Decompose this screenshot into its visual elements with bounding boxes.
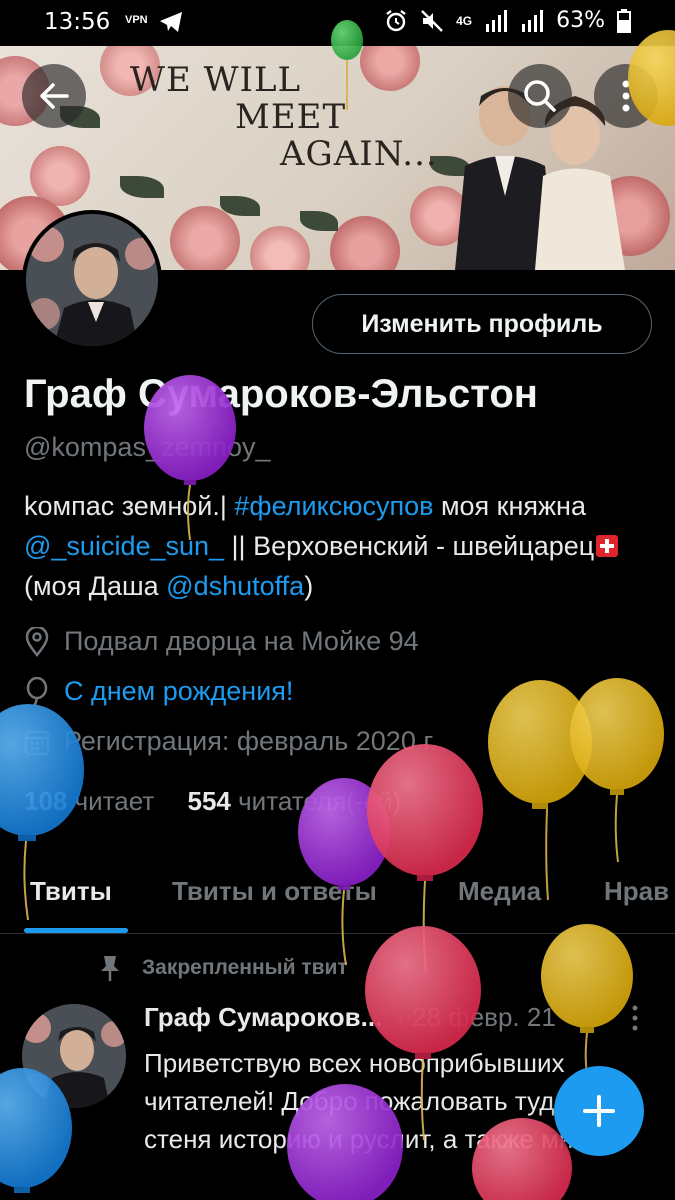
joined-row: Регистрация: февраль 2020 г. (24, 726, 437, 757)
following-count: 108 (24, 786, 68, 816)
status-time: 13:56 (44, 9, 111, 35)
telegram-icon (160, 12, 182, 32)
pinned-label: Закрепленный твит (142, 956, 348, 979)
bio-text-4: (моя Даша (24, 571, 167, 601)
edit-profile-button[interactable]: Изменить профиль (312, 294, 652, 354)
arrow-left-icon (40, 83, 69, 109)
banner-line-3: AGAIN... (280, 134, 438, 174)
more-vertical-icon (622, 80, 630, 112)
swiss-flag-icon (596, 535, 619, 557)
bio-text-2: моя княжна (433, 491, 586, 521)
profile-bio: kомпас земной.| #феликсюсупов моя княжна… (24, 486, 644, 606)
tweet-date: · 28 февр. 21 (396, 1002, 556, 1032)
hashtag-link[interactable]: #феликсюсупов (234, 491, 433, 521)
followers-label: читателя(-ей) (238, 786, 402, 816)
alarm-icon (386, 9, 406, 31)
balloon-yellow-2 (570, 678, 664, 863)
pinned-label-row: Закрепленный твит (98, 954, 348, 982)
back-button[interactable] (22, 64, 86, 128)
battery-icon (617, 8, 631, 33)
signal-icon (486, 9, 508, 32)
calendar-icon (24, 730, 50, 755)
more-button[interactable] (594, 64, 658, 128)
tab-tweets[interactable]: Твиты (30, 876, 112, 907)
tweet-header: Граф Сумароков... · 28 февр. 21 (144, 1002, 556, 1033)
pin-icon (101, 956, 119, 981)
status-bar: 13:56 VPN 4G 63% (0, 0, 675, 46)
followers-link[interactable]: 554 читателя(-ей) (188, 786, 402, 816)
banner-text: WE WILL MEET AGAIN... (130, 62, 438, 173)
followers-count: 554 (187, 786, 231, 816)
bio-text-3: || Верховенский - швейцарец (224, 531, 595, 561)
profile-avatar[interactable] (22, 210, 162, 350)
search-icon (524, 80, 556, 112)
tab-tweets-replies[interactable]: Твиты и ответы (172, 876, 377, 907)
tab-media[interactable]: Медиа (458, 876, 541, 907)
birthday-text[interactable]: С днем рождения! (64, 676, 293, 707)
tweet-avatar-image (22, 1004, 126, 1108)
profile-tabs: Твиты Твиты и ответы Медиа Нрав (0, 858, 675, 934)
location-row: Подвал дворца на Мойке 94 (24, 626, 419, 657)
avatar-image (26, 214, 158, 346)
following-label: читает (74, 786, 155, 816)
battery-percent: 63% (556, 8, 605, 33)
tweet-author[interactable]: Граф Сумароков... (144, 1002, 382, 1032)
bio-text-1: kомпас земной.| (24, 491, 235, 521)
location-text: Подвал дворца на Мойке 94 (64, 626, 419, 656)
bio-text-5: ) (304, 571, 314, 601)
vpn-indicator: VPN (125, 14, 148, 26)
plus-icon (583, 1095, 615, 1127)
profile-name: Граф Сумароков-Эльстон (24, 372, 538, 416)
network-type: 4G (456, 13, 473, 28)
profile-handle: @kompas_zemnoy_ (24, 432, 271, 462)
signal-icon-2 (522, 9, 544, 32)
active-tab-indicator (24, 928, 128, 933)
follow-stats: 108 читает 554 читателя(-ей) (24, 786, 401, 817)
mention-link-1[interactable]: @_suicide_sun_ (24, 531, 224, 561)
banner-line-2: MEET (235, 97, 347, 137)
mention-link-2[interactable]: @dshutoffa (166, 571, 304, 601)
compose-tweet-button[interactable] (554, 1066, 644, 1156)
tweet-more-icon[interactable] (630, 1004, 640, 1032)
birthday-row: С днем рождения! (24, 676, 293, 707)
tweet-avatar[interactable] (22, 1004, 126, 1108)
banner-line-1: WE WILL (130, 60, 302, 100)
tab-likes[interactable]: Нрав (604, 876, 669, 907)
mute-icon (421, 9, 443, 32)
location-pin-icon (25, 626, 49, 657)
following-link[interactable]: 108 читает (24, 786, 154, 816)
joined-text: Регистрация: февраль 2020 г. (64, 726, 438, 756)
balloon-icon (26, 676, 48, 705)
search-button[interactable] (508, 64, 572, 128)
